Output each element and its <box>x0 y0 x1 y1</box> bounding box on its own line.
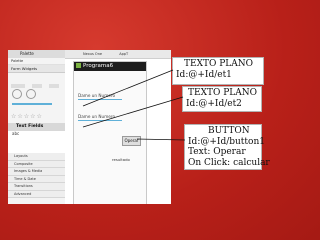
connector-et1 <box>82 69 174 107</box>
connector-et2 <box>82 96 184 128</box>
annotation-connectors <box>82 69 186 141</box>
connector-button1 <box>136 138 186 141</box>
